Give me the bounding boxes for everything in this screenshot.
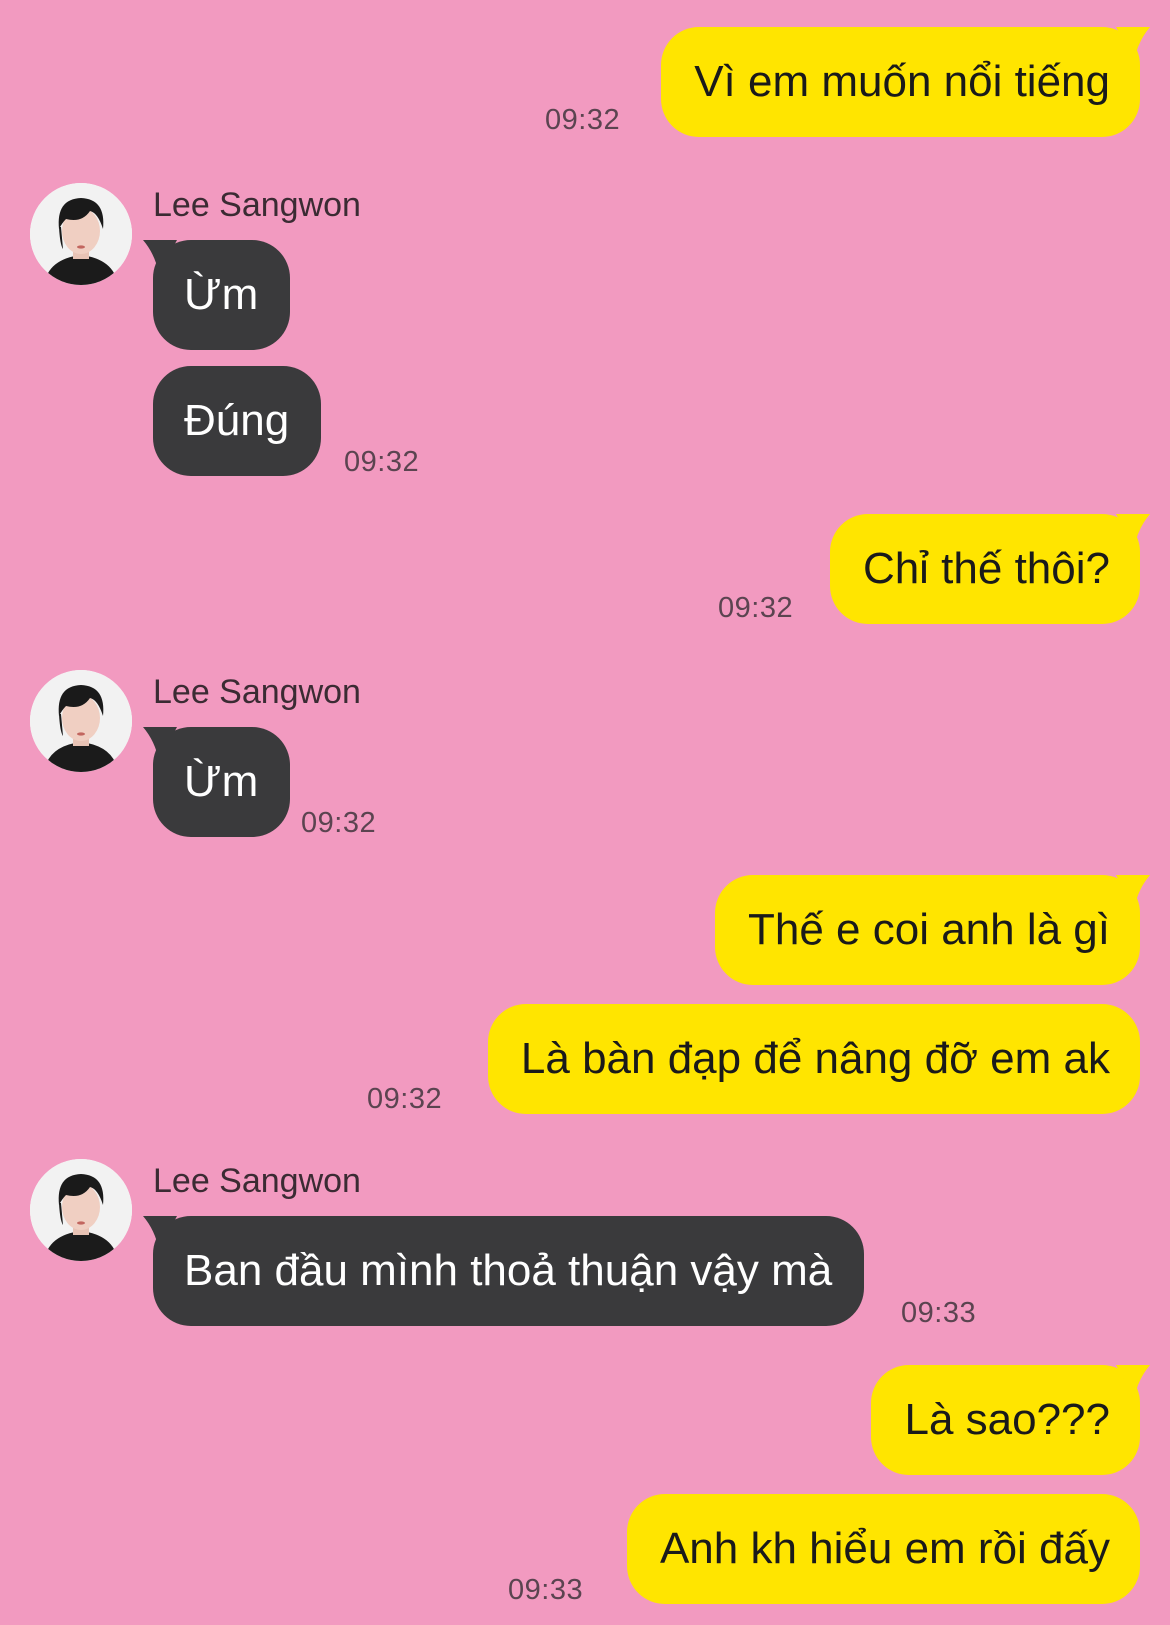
message-timestamp: 09:32	[367, 1083, 443, 1115]
message-timestamp: 09:33	[508, 1574, 584, 1606]
message-text: Là bàn đạp để nâng đỡ em ak	[520, 1034, 1110, 1083]
incoming-message-bubble[interactable]: Ban đầu mình thoả thuận vậy mà	[143, 1216, 865, 1326]
avatar-portrait	[30, 670, 132, 772]
bubble-tail	[143, 240, 177, 274]
outgoing-message-bubble[interactable]: Anh kh hiểu em rồi đấy	[626, 1494, 1140, 1604]
sender-name: Lee Sangwon	[153, 673, 361, 711]
message-timestamp: 09:32	[718, 592, 794, 624]
bubble-tail	[1116, 27, 1150, 61]
message-text: Anh kh hiểu em rồi đấy	[659, 1524, 1110, 1573]
message-text: Đúng	[184, 396, 290, 445]
message-text: Ừm	[184, 270, 259, 319]
message-timestamp: 09:33	[901, 1297, 977, 1329]
outgoing-message-bubble[interactable]: Chỉ thế thôi?	[829, 514, 1150, 624]
bubble-tail	[1116, 1365, 1150, 1399]
message-timestamp: 09:32	[301, 807, 377, 839]
message-text: Ban đầu mình thoả thuận vậy mà	[184, 1246, 833, 1295]
incoming-message-bubble[interactable]: Đúng	[153, 366, 322, 476]
message-text: Chỉ thế thôi?	[862, 544, 1110, 593]
outgoing-message-bubble[interactable]: Vì em muốn nổi tiếng	[661, 27, 1150, 137]
contact-avatar[interactable]	[30, 183, 132, 285]
message-text: Là sao???	[904, 1395, 1110, 1444]
contact-avatar[interactable]	[30, 670, 132, 772]
bubble-tail	[143, 727, 177, 761]
sender-name: Lee Sangwon	[153, 186, 361, 224]
message-text: Ừm	[184, 757, 259, 806]
bubble-tail	[1116, 514, 1150, 548]
incoming-message-bubble[interactable]: Ừm	[143, 240, 291, 350]
avatar-portrait	[30, 183, 132, 285]
chat-window[interactable]: Vì em muốn nổi tiếng 09:32 Lee Sangwon Ừ…	[0, 0, 1170, 1625]
message-timestamp: 09:32	[545, 104, 621, 136]
bubble-tail	[1116, 875, 1150, 909]
outgoing-message-bubble[interactable]: Là sao???	[871, 1365, 1150, 1475]
avatar-portrait	[30, 1159, 132, 1261]
contact-avatar[interactable]	[30, 1159, 132, 1261]
message-text: Thế e coi anh là gì	[747, 905, 1110, 954]
outgoing-message-bubble[interactable]: Là bàn đạp để nâng đỡ em ak	[487, 1004, 1140, 1114]
message-timestamp: 09:32	[344, 446, 420, 478]
incoming-message-bubble[interactable]: Ừm	[143, 727, 291, 837]
sender-name: Lee Sangwon	[153, 1162, 361, 1200]
message-text: Vì em muốn nổi tiếng	[694, 57, 1110, 106]
bubble-tail	[143, 1216, 177, 1250]
outgoing-message-bubble[interactable]: Thế e coi anh là gì	[714, 875, 1150, 985]
